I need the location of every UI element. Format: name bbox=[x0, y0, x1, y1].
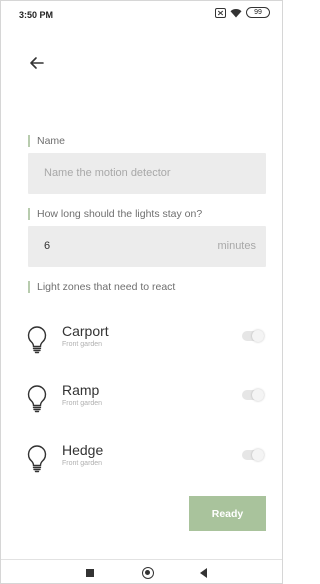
status-bar: 3:50 PM 99 bbox=[1, 1, 282, 27]
lightbulb-icon bbox=[27, 385, 47, 413]
duration-label: How long should the lights stay on? bbox=[28, 208, 202, 220]
name-label: Name bbox=[28, 135, 65, 147]
zone-location: Front garden bbox=[62, 460, 103, 467]
toggle-knob bbox=[252, 330, 264, 342]
zone-toggle-ramp[interactable] bbox=[242, 389, 264, 401]
duration-value: 6 bbox=[44, 240, 51, 252]
name-placeholder: Name the motion detector bbox=[44, 167, 171, 179]
battery-level: 99 bbox=[254, 9, 262, 16]
wifi-icon bbox=[230, 8, 242, 18]
zone-location: Front garden bbox=[62, 341, 103, 348]
status-icons: 99 bbox=[215, 7, 270, 18]
zone-name: Hedge bbox=[62, 442, 104, 458]
duration-unit: minutes bbox=[217, 240, 256, 252]
zone-location: Front garden bbox=[62, 400, 103, 407]
recents-square-icon[interactable] bbox=[86, 569, 94, 577]
zone-item-hedge: Hedge Front garden bbox=[26, 442, 266, 482]
zone-toggle-carport[interactable] bbox=[242, 330, 264, 342]
system-nav-bar bbox=[1, 559, 282, 584]
duration-field[interactable]: 6 minutes bbox=[28, 226, 266, 267]
zone-item-ramp: Ramp Front garden bbox=[26, 382, 266, 422]
arrow-left-icon bbox=[30, 57, 44, 69]
sim-card-icon bbox=[215, 7, 226, 18]
back-button[interactable] bbox=[28, 54, 46, 72]
toggle-knob bbox=[252, 389, 264, 401]
name-field[interactable]: Name the motion detector bbox=[28, 153, 266, 194]
home-circle-icon[interactable] bbox=[142, 567, 154, 579]
zone-toggle-hedge[interactable] bbox=[242, 449, 264, 461]
toggle-knob bbox=[252, 449, 264, 461]
zone-name: Ramp bbox=[62, 382, 100, 398]
lightbulb-icon bbox=[27, 445, 47, 473]
battery-icon: 99 bbox=[246, 7, 270, 18]
lightbulb-icon bbox=[27, 326, 47, 354]
status-time: 3:50 PM bbox=[19, 10, 54, 20]
zones-label: Light zones that need to react bbox=[28, 281, 175, 293]
back-triangle-icon[interactable] bbox=[200, 568, 207, 578]
zone-name: Carport bbox=[62, 323, 109, 339]
ready-button[interactable]: Ready bbox=[189, 496, 266, 531]
zone-item-carport: Carport Front garden bbox=[26, 323, 266, 363]
screen: 3:50 PM 99 Name Name the motion detector… bbox=[0, 0, 283, 584]
